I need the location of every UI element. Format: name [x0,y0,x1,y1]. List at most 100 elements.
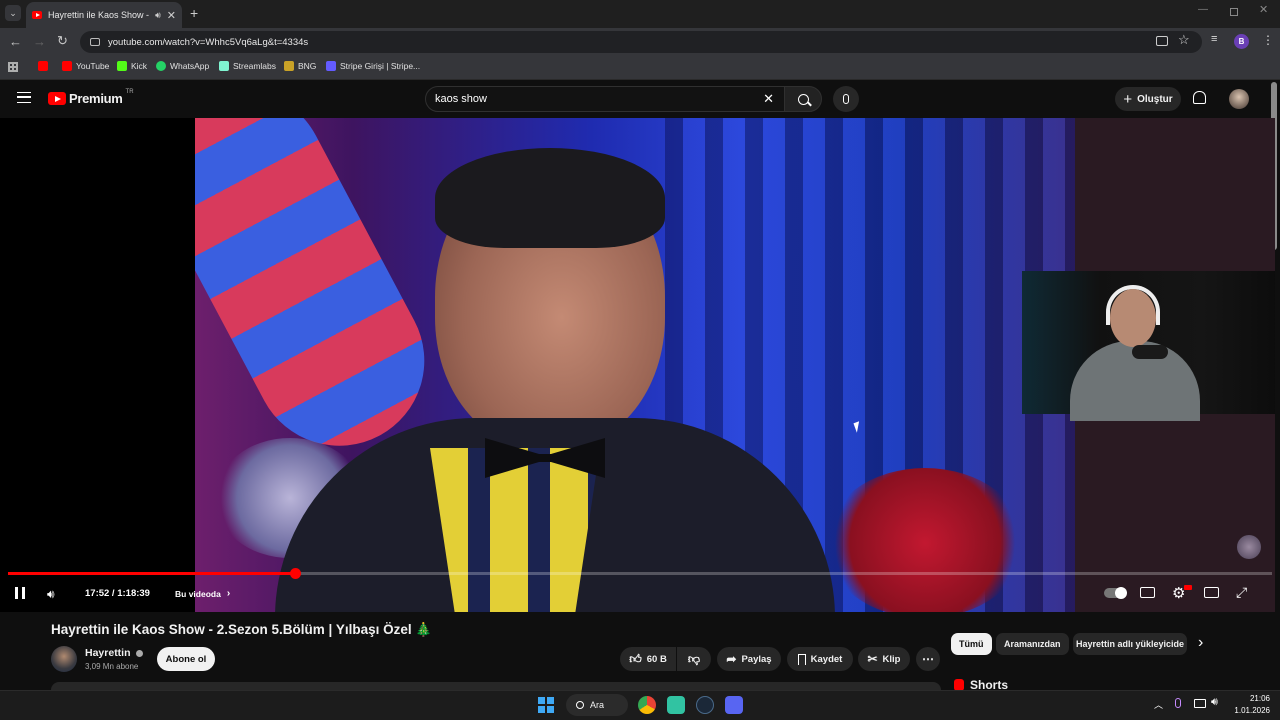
subtitles-button[interactable] [1140,587,1155,598]
cast-icon[interactable] [1156,36,1168,46]
youtube-play-icon [48,92,66,105]
steam-icon[interactable] [696,696,714,714]
network-icon[interactable] [1194,699,1206,708]
volume-button[interactable]: 🔊︎ [47,587,55,602]
site-info-icon[interactable] [90,38,100,46]
clip-label: Klip [882,653,901,665]
subscribe-button[interactable]: Abone ol [157,647,215,671]
forward-arrow-icon[interactable]: → [33,34,46,49]
microphone-tray-icon[interactable] [1175,698,1181,708]
address-bar[interactable]: youtube.com/watch?v=Whhc5Vq6aLg&t=4334s [80,31,1202,53]
autoplay-toggle[interactable] [1104,587,1127,599]
bookmark-whatsapp[interactable]: WhatsApp [156,61,209,71]
video-frame [195,118,1075,612]
save-button[interactable]: Kaydet [787,647,853,671]
pause-button[interactable] [15,587,25,599]
speaker-icon[interactable]: 🔊︎ [155,10,161,21]
system-clock[interactable]: 21:06 1.01.2026 [1228,693,1270,717]
search-input[interactable]: kaos show ✕ [425,86,785,112]
account-avatar[interactable] [1229,89,1249,109]
microphone-icon [843,94,849,104]
fullscreen-icon: ⤢ [1236,584,1248,600]
close-window-button[interactable]: ✕ [1259,3,1268,16]
streamlabs-app-icon[interactable] [667,696,685,714]
channel-name[interactable]: Hayrettin [85,647,144,659]
discord-icon[interactable] [725,696,743,714]
chapter-label: Bu videoda [175,588,221,599]
volume-tray-icon[interactable]: 🔊︎ [1211,696,1218,709]
volume-icon: 🔊︎ [47,587,55,601]
show-hidden-icons-chevron-icon[interactable]: ︿ [1154,698,1163,711]
hd-badge [1184,585,1192,590]
apps-grid-icon[interactable] [8,62,18,72]
start-windows-icon[interactable] [538,697,554,713]
media-control-icon[interactable]: ≡ [1211,33,1217,45]
share-button[interactable]: ➦ Paylaş [717,647,781,671]
channel-avatar[interactable] [51,646,77,672]
clip-button[interactable]: ✂ Klip [858,647,910,671]
active-tab[interactable]: Hayrettin ile Kaos Show - 2 🔊︎ ✕ [26,2,182,28]
kick-icon [117,61,127,71]
search-icon [797,93,812,106]
thumbs-up-icon: 👍︎ [629,651,642,666]
host-hair [435,148,665,248]
chip-from-uploader[interactable]: Hayrettin adlı yükleyicide [1073,633,1187,655]
progress-scrubber[interactable] [290,568,301,579]
bookmark-bng[interactable]: BNG [284,61,316,71]
time-display: 17:52 / 1:18:39 [85,588,150,599]
fullscreen-button[interactable]: ⤢ [1236,584,1247,601]
profile-avatar[interactable]: B [1234,34,1249,49]
host-shirt [430,448,600,612]
candy-cane-decor [195,118,455,476]
settings-button[interactable]: ⚙ [1172,584,1192,602]
chips-next-chevron-icon[interactable]: › [1198,634,1203,652]
dislike-button[interactable]: 👎︎ [677,647,711,671]
theater-mode-button[interactable] [1204,587,1219,598]
tinsel-decor [825,468,1025,612]
save-label: Kaydet [810,653,843,665]
restore-button[interactable] [1230,8,1238,16]
search-icon [576,701,584,709]
clear-search-icon[interactable]: ✕ [763,91,774,107]
youtube-icon [62,61,72,71]
microphone-arm [1132,345,1168,359]
create-button[interactable]: + Oluştur [1115,87,1181,111]
taskbar-search[interactable]: Ara [566,694,628,716]
new-tab-button[interactable]: + [190,5,198,21]
youtube-icon [38,61,48,71]
search-button[interactable] [784,86,822,112]
like-button[interactable]: 👍︎ 60 B [620,647,676,671]
bookmark-youtube-shortcut[interactable] [38,61,48,71]
create-label: Oluştur [1137,93,1173,105]
youtube-logo[interactable]: Premium TR [48,89,134,106]
tab-list-button[interactable]: ⌄ [5,5,21,21]
tab-title: Hayrettin ile Kaos Show - 2 [48,10,150,20]
more-actions-button[interactable]: ⋯ [916,647,940,671]
theater-icon [1204,587,1219,598]
youtube-favicon-icon [32,11,42,19]
chip-all[interactable]: Tümü [951,633,992,655]
video-player[interactable] [0,118,1275,612]
bookmark-stripe[interactable]: Stripe Girişi | Stripe... [326,61,420,71]
headphones [1106,285,1160,325]
close-tab-icon[interactable]: ✕ [167,9,176,22]
hamburger-menu-icon[interactable] [17,92,31,103]
voice-search-button[interactable] [833,86,859,112]
minimize-button[interactable]: — [1198,4,1208,15]
chapter-button[interactable]: Bu videoda › [175,588,230,599]
reload-icon[interactable]: ↻ [57,33,68,49]
channel-watermark[interactable] [1237,535,1261,559]
premium-logo-text: Premium [69,91,123,106]
bookmark-streamlabs[interactable]: Streamlabs [219,61,276,71]
notifications-bell-icon[interactable] [1193,91,1206,104]
like-count: 60 B [646,653,667,665]
chip-from-search[interactable]: Aramanızdan [996,633,1069,655]
streamlabs-icon [219,61,229,71]
chrome-icon[interactable] [638,696,656,714]
back-arrow-icon[interactable]: ← [9,34,22,49]
bookmark-star-icon[interactable]: ☆ [1178,32,1190,48]
menu-kebab-icon[interactable]: ⋮ [1262,33,1274,47]
bookmark-youtube[interactable]: YouTube [62,61,109,71]
bookmark-kick[interactable]: Kick [117,61,147,71]
verified-icon [136,649,144,657]
